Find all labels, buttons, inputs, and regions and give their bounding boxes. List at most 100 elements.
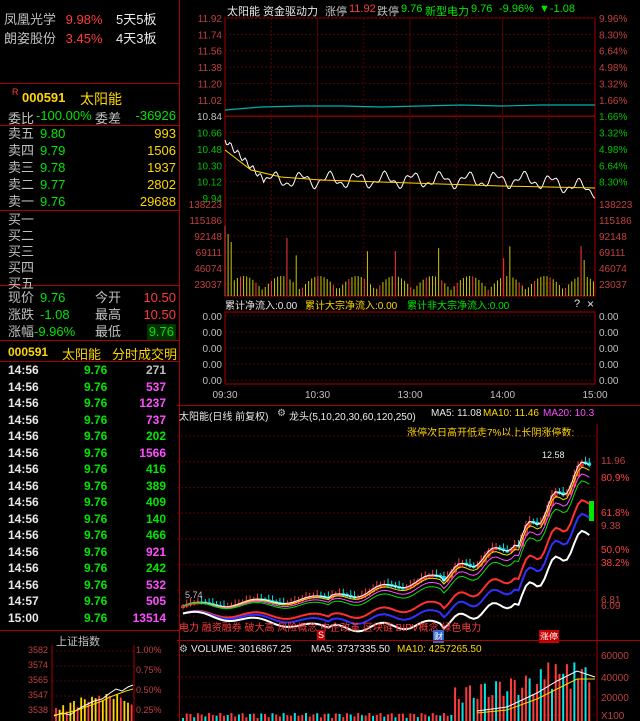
time-axis-label: 09:30 — [212, 390, 237, 401]
tick-volume: 921 — [145, 544, 166, 559]
kline-chart-svg[interactable]: 11.9680.9%61.8%9.3850.0%38.2%6.816.09 — [177, 406, 640, 641]
tick-time: 14:56 — [8, 577, 39, 592]
price-axis-label: 11.20 — [198, 79, 223, 90]
tick-time: 14:56 — [8, 363, 39, 377]
bid-label: 买一 — [8, 212, 35, 227]
tick-volume: 505 — [145, 594, 166, 608]
tick-volume: 409 — [145, 495, 166, 509]
volume-axis-label: 20000 — [601, 693, 629, 704]
change-value: -1.08 — [40, 307, 70, 322]
kline-axis-label: 61.8% — [601, 508, 629, 519]
mini-index-chart[interactable]: 上证指数 3582 3574 3565 3547 3538 1.00% 0.75% 0.50… — [0, 630, 180, 721]
kline-axis-label: 11.96 — [601, 456, 626, 467]
kline-panel: 太阳能(日线 前复权) ⚙ 龙头(5,10,20,30,60,120,250) … — [177, 405, 640, 643]
price-axis-label: 11.74 — [198, 30, 223, 41]
tick-price: 9.76 — [84, 478, 108, 493]
vol-axis-label: 138223 — [189, 200, 223, 211]
ask-row[interactable]: 卖二 9.77 2802 — [0, 177, 180, 193]
tick-row[interactable]: 14:56 9.76 409 — [0, 494, 180, 510]
tick-row[interactable]: 14:56 9.76 416 — [0, 461, 180, 477]
bid-row[interactable]: 买一 — [0, 212, 180, 228]
time-axis-label: 10:30 — [305, 390, 330, 401]
tick-volume: 1237 — [139, 396, 166, 410]
bid-label: 买二 — [8, 228, 35, 243]
ask-price: 9.79 — [40, 143, 66, 158]
tick-price: 9.76 — [84, 544, 108, 559]
board-row[interactable]: 朗姿股份 3.45% 4天3板 — [4, 31, 156, 47]
mini-index-svg — [51, 645, 135, 721]
help-icon[interactable]: ? — [574, 298, 580, 310]
kline-axis-label: 80.9% — [601, 473, 629, 484]
tick-volume: 537 — [145, 379, 166, 394]
ask-row[interactable]: 卖一 9.76 29688 — [0, 194, 180, 210]
flow-block-label: 累计大宗净流入:0.00 — [305, 301, 398, 312]
tick-volume: 416 — [145, 462, 166, 476]
tick-row[interactable]: 14:56 9.76 140 — [0, 511, 180, 527]
tick-row[interactable]: 14:56 9.76 202 — [0, 428, 180, 444]
tick-row[interactable]: 14:56 9.76 389 — [0, 478, 180, 494]
limit-up-board: 凤凰光学 9.98% 5天5板 朗姿股份 3.45% 4天3板 — [0, 0, 180, 84]
bid-row[interactable]: 买三 — [0, 244, 180, 260]
tick-volume: 202 — [145, 429, 166, 443]
stock-code: 000591 — [22, 90, 66, 105]
tick-row[interactable]: 14:57 9.76 505 — [0, 593, 180, 609]
ticks-header: 000591 太阳能 分时成交明 — [0, 342, 180, 362]
pct-label: 涨幅 — [8, 324, 35, 339]
board-stock-name: 朗姿股份 — [4, 31, 57, 46]
price-axis-label: 11.56 — [198, 47, 223, 58]
tick-row[interactable]: 14:56 9.76 1566 — [0, 445, 180, 461]
committee-ratio-value: -100.00% — [36, 108, 92, 123]
book-divider — [0, 210, 180, 211]
kline-low-label: 5.74 — [185, 590, 203, 600]
tick-row[interactable]: 15:00 9.76 13514 — [0, 610, 180, 626]
ask-row[interactable]: 卖四 9.79 1506 — [0, 143, 180, 159]
pct-axis-label: 1.66% — [599, 96, 627, 107]
ask-price: 9.76 — [40, 194, 66, 209]
vol-axis-label-right: 46074 — [599, 264, 627, 275]
intraday-chart-svg[interactable]: 11.92 11.74 11.56 11.38 11.20 11.02 10.84 10.66… — [181, 0, 640, 405]
pct-value: -9.96% — [34, 324, 76, 339]
kline-axis-label: 6.09 — [601, 601, 621, 612]
change-label: 涨跌 — [8, 307, 35, 322]
committee-row: 委比 -100.00% 委差 -36926 — [0, 106, 180, 126]
tick-row[interactable]: 14:56 9.76 466 — [0, 527, 180, 543]
tick-volume: 1566 — [139, 445, 166, 460]
time-axis-label: 15:00 — [582, 390, 607, 401]
bid-label: 买三 — [8, 244, 35, 259]
tick-row[interactable]: 14:56 9.76 271 — [0, 362, 180, 378]
open-value: 10.50 — [143, 290, 176, 305]
vol-axis-label-right: 23037 — [599, 280, 627, 291]
tick-time: 14:56 — [8, 511, 39, 526]
price-axis-label: 11.92 — [198, 14, 223, 25]
tick-time: 14:56 — [8, 445, 39, 460]
ask-row[interactable]: 卖三 9.78 1937 — [0, 160, 180, 176]
bid-row[interactable]: 买四 — [0, 260, 180, 276]
price-axis-label: 11.02 — [198, 96, 223, 107]
vol-axis-label: 115186 — [189, 216, 222, 227]
tick-row[interactable]: 14:56 9.76 1237 — [0, 395, 180, 411]
tick-row[interactable]: 14:56 9.76 532 — [0, 577, 180, 593]
ask-row[interactable]: 卖五 9.80 993 — [0, 126, 180, 142]
tick-time: 14:56 — [8, 528, 39, 542]
price-axis-label: 10.84 — [197, 112, 222, 123]
tick-volume: 389 — [145, 478, 166, 493]
tick-row[interactable]: 14:56 9.76 737 — [0, 412, 180, 428]
tick-row[interactable]: 14:56 9.76 537 — [0, 379, 180, 395]
volume-chart-svg[interactable]: 60000 40000 20000 X100 — [177, 641, 640, 721]
bid-row[interactable]: 买二 — [0, 228, 180, 244]
tick-volume: 532 — [145, 577, 166, 592]
tick-time: 14:56 — [8, 429, 39, 443]
volume-panel: ⚙ VOLUME: 3016867.25 MA5: 3737335.50 MA1… — [177, 640, 640, 721]
tick-row[interactable]: 14:56 9.76 242 — [0, 560, 180, 576]
low-value: 9.76 — [146, 324, 176, 340]
tick-row[interactable]: 14:56 9.76 921 — [0, 544, 180, 560]
time-axis-label: 13:00 — [397, 390, 422, 401]
vol-axis-label-right: 138223 — [599, 200, 633, 211]
close-icon[interactable]: × — [587, 297, 594, 311]
board-row[interactable]: 凤凰光学 9.98% 5天5板 — [4, 12, 156, 28]
flow-axis-label-right: 0.00 — [599, 328, 619, 339]
pct-axis-label: 8.30% — [599, 178, 627, 189]
tick-price: 9.76 — [84, 363, 108, 377]
flow-axis-label: 0.00 — [203, 312, 223, 323]
flow-axis-label-right: 0.00 — [599, 344, 619, 355]
